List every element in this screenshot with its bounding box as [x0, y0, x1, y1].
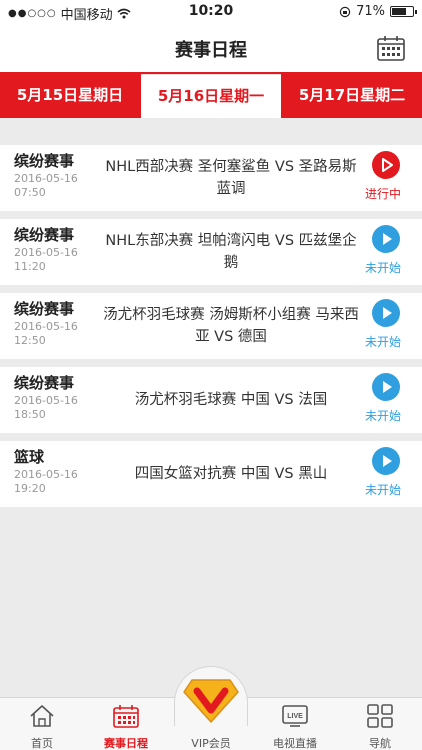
- status-right: 71%: [339, 4, 417, 19]
- event-row[interactable]: 缤纷赛事 2016-05-16 11:20 NHL东部决赛 坦帕湾闪电 VS 匹…: [0, 219, 422, 285]
- tab-tv[interactable]: LIVE 电视直播: [253, 698, 337, 750]
- tab-nav[interactable]: 导航: [338, 698, 422, 750]
- grid-icon: [367, 704, 393, 728]
- date-tab-may16[interactable]: 5月16日星期一: [141, 74, 281, 118]
- tv-icon: LIVE: [282, 705, 308, 727]
- vip-badge-icon[interactable]: [180, 674, 242, 726]
- event-row[interactable]: 篮球 2016-05-16 19:20 四国女篮对抗赛 中国 VS 黑山 未开始: [0, 441, 422, 507]
- event-category: 缤纷赛事: [14, 152, 75, 170]
- event-time: 12:50: [14, 334, 46, 347]
- nav-bar: 赛事日程: [0, 24, 422, 72]
- home-icon: [30, 705, 54, 727]
- play-icon[interactable]: [372, 151, 400, 179]
- event-time: 07:50: [14, 186, 46, 199]
- event-date: 2016-05-16: [14, 394, 78, 407]
- date-tab-may17[interactable]: 5月17日星期二: [282, 72, 422, 118]
- event-title: 汤尤杯羽毛球赛 汤姆斯杯小组赛 马来西亚 VS 德国: [103, 307, 359, 345]
- event-date: 2016-05-16: [14, 172, 78, 185]
- event-category: 缤纷赛事: [14, 226, 75, 244]
- event-date: 2016-05-16: [14, 468, 78, 481]
- event-title: NHL东部决赛 坦帕湾闪电 VS 匹兹堡企鹅: [105, 233, 357, 271]
- event-title: 汤尤杯羽毛球赛 中国 VS 法国: [134, 392, 328, 408]
- event-row[interactable]: 缤纷赛事 2016-05-16 07:50 NHL西部决赛 圣何塞鲨鱼 VS 圣…: [0, 145, 422, 211]
- event-title: NHL西部决赛 圣何塞鲨鱼 VS 圣路易斯蓝调: [105, 159, 357, 197]
- event-time: 11:20: [14, 260, 46, 273]
- tab-tv-label: 电视直播: [273, 737, 317, 750]
- event-status: 未开始: [364, 409, 401, 423]
- tab-schedule-label: 赛事日程: [104, 737, 148, 750]
- event-status: 未开始: [364, 261, 401, 275]
- tab-vip-label: VIP会员: [191, 737, 231, 750]
- battery-icon: [390, 6, 417, 17]
- play-icon[interactable]: [372, 299, 400, 327]
- page-title: 赛事日程: [175, 40, 247, 61]
- tab-schedule[interactable]: 赛事日程: [84, 698, 168, 750]
- event-date: 2016-05-16: [14, 320, 78, 333]
- event-time: 19:20: [14, 482, 46, 495]
- event-date: 2016-05-16: [14, 246, 78, 259]
- date-selector: 5月15日星期日 5月16日星期一 5月17日星期二: [0, 72, 422, 118]
- event-category: 篮球: [14, 448, 45, 466]
- event-category: 缤纷赛事: [14, 300, 75, 318]
- tab-home[interactable]: 首页: [0, 698, 84, 750]
- battery-percent: 71%: [356, 4, 385, 19]
- tab-nav-label: 导航: [369, 737, 391, 750]
- play-icon[interactable]: [372, 225, 400, 253]
- event-row[interactable]: 缤纷赛事 2016-05-16 12:50 汤尤杯羽毛球赛 汤姆斯杯小组赛 马来…: [0, 293, 422, 359]
- event-time: 18:50: [14, 408, 46, 421]
- calendar-icon: [113, 705, 139, 728]
- tv-live-badge: LIVE: [287, 713, 303, 720]
- play-icon[interactable]: [372, 447, 400, 475]
- event-status: 进行中: [364, 187, 401, 201]
- event-row[interactable]: 缤纷赛事 2016-05-16 18:50 汤尤杯羽毛球赛 中国 VS 法国 未…: [0, 367, 422, 433]
- event-category: 缤纷赛事: [14, 374, 75, 392]
- event-title: 四国女篮对抗赛 中国 VS 黑山: [134, 466, 328, 482]
- event-status: 未开始: [364, 483, 401, 497]
- tab-home-label: 首页: [31, 737, 53, 750]
- play-icon[interactable]: [372, 373, 400, 401]
- date-tab-may15[interactable]: 5月15日星期日: [0, 72, 140, 118]
- event-status: 未开始: [364, 335, 401, 349]
- calendar-icon[interactable]: [376, 34, 406, 62]
- rotation-lock-icon: [339, 6, 351, 17]
- status-bar: ●●○○○ 中国移动 10:20 71%: [0, 0, 422, 24]
